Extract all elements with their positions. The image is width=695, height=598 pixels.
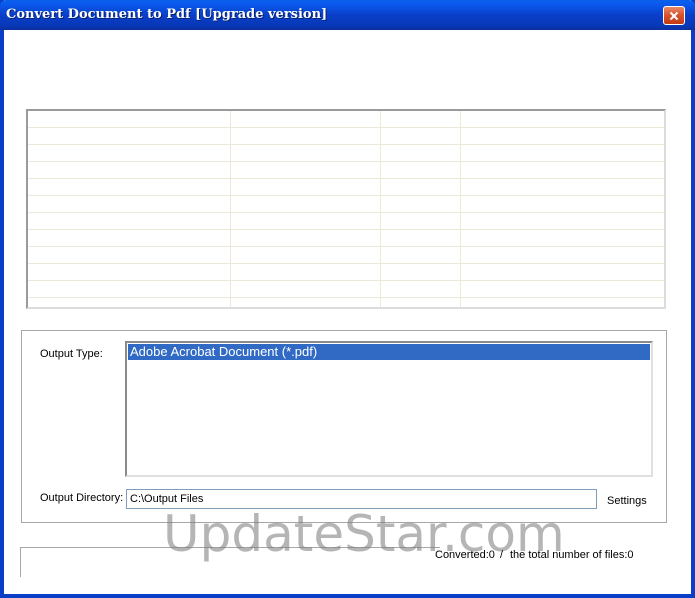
table-cell <box>460 229 664 247</box>
table-row[interactable] <box>28 161 664 179</box>
close-icon <box>669 11 679 20</box>
table-cell <box>460 297 664 307</box>
table-cell <box>460 127 664 145</box>
table-row[interactable] <box>28 280 664 298</box>
table-cell <box>460 144 664 162</box>
table-cell <box>460 263 664 281</box>
table-cell <box>230 195 381 213</box>
table-cell <box>28 263 231 281</box>
table-row[interactable] <box>28 297 664 307</box>
table-cell <box>460 212 664 230</box>
output-directory-label: Output Directory: <box>40 492 124 504</box>
total-files-count: the total number of files:0 <box>510 549 634 561</box>
table-cell <box>380 212 461 230</box>
table-cell <box>230 161 381 179</box>
table-cell <box>380 263 461 281</box>
table-cell <box>380 111 461 128</box>
table-cell <box>460 161 664 179</box>
output-type-label: Output Type: <box>40 348 103 360</box>
output-type-listbox[interactable]: Adobe Acrobat Document (*.pdf) <box>125 341 653 477</box>
table-cell <box>230 127 381 145</box>
close-button[interactable] <box>663 6 685 25</box>
table-cell <box>230 280 381 298</box>
table-cell <box>380 127 461 145</box>
table-cell <box>28 161 231 179</box>
table-cell <box>230 263 381 281</box>
table-cell <box>230 246 381 264</box>
table-cell <box>460 178 664 196</box>
table-cell <box>230 111 381 128</box>
table-cell <box>380 195 461 213</box>
table-cell <box>380 280 461 298</box>
table-cell <box>28 280 231 298</box>
watermark-text: UpdateStar.com <box>163 505 565 563</box>
table-cell <box>28 297 231 307</box>
output-type-option-selected[interactable]: Adobe Acrobat Document (*.pdf) <box>128 344 650 360</box>
table-cell <box>460 246 664 264</box>
table-cell <box>380 178 461 196</box>
table-cell <box>230 212 381 230</box>
table-cell <box>28 229 231 247</box>
table-cell <box>28 144 231 162</box>
status-separator: / <box>500 549 504 561</box>
table-cell <box>380 246 461 264</box>
table-row[interactable] <box>28 246 664 264</box>
table-cell <box>380 229 461 247</box>
table-row[interactable] <box>28 212 664 230</box>
settings-button[interactable]: Settings <box>607 495 647 507</box>
table-cell <box>28 246 231 264</box>
table-row[interactable] <box>28 195 664 213</box>
table-row[interactable] <box>28 263 664 281</box>
table-cell <box>28 111 231 128</box>
table-cell <box>380 161 461 179</box>
converted-count: Converted:0 <box>435 549 495 561</box>
table-cell <box>460 111 664 128</box>
file-list-table[interactable] <box>26 109 666 309</box>
table-row[interactable] <box>28 111 664 128</box>
table-cell <box>230 144 381 162</box>
table-cell <box>28 212 231 230</box>
table-cell <box>380 297 461 307</box>
table-cell <box>230 297 381 307</box>
table-cell <box>230 178 381 196</box>
table-row[interactable] <box>28 178 664 196</box>
file-grid <box>28 111 664 307</box>
table-row[interactable] <box>28 229 664 247</box>
table-cell <box>28 127 231 145</box>
table-cell <box>230 229 381 247</box>
table-cell <box>460 195 664 213</box>
table-cell <box>380 144 461 162</box>
table-cell <box>28 195 231 213</box>
table-cell <box>460 280 664 298</box>
table-row[interactable] <box>28 144 664 162</box>
window-title: Convert Document to Pdf [Upgrade version… <box>6 7 328 22</box>
table-row[interactable] <box>28 127 664 145</box>
table-cell <box>28 178 231 196</box>
title-bar[interactable]: Convert Document to Pdf [Upgrade version… <box>0 0 695 30</box>
